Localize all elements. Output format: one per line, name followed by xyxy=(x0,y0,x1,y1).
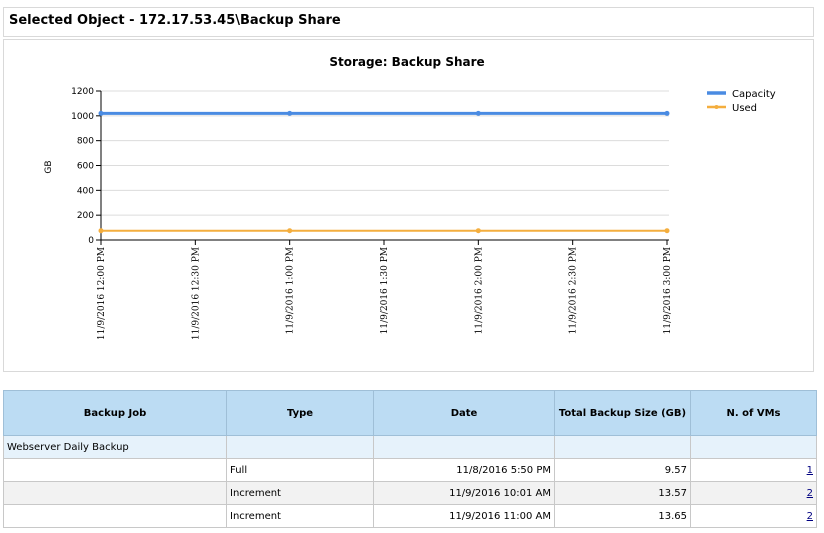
data-point xyxy=(287,228,293,234)
x-tick-label: 11/9/2016 2:30 PM xyxy=(569,247,579,334)
column-header-vms: N. of VMs xyxy=(690,390,817,436)
size-cell: 9.57 xyxy=(554,458,691,482)
data-point xyxy=(287,110,293,116)
column-header-type: Type xyxy=(226,390,374,436)
data-point xyxy=(664,228,670,234)
y-axis-label: GB xyxy=(44,160,54,173)
job-cell-empty xyxy=(3,504,227,528)
data-point xyxy=(664,110,670,116)
size-cell: 13.65 xyxy=(554,504,691,528)
table-group-row: Webserver Daily Backup xyxy=(3,435,817,459)
column-header-date: Date xyxy=(373,390,555,436)
column-header-backup-job: Backup Job xyxy=(3,390,227,436)
size-cell: 13.57 xyxy=(554,481,691,505)
group-cell-empty xyxy=(226,435,374,459)
vms-cell: 2 xyxy=(690,481,817,505)
job-cell-empty xyxy=(3,458,227,482)
group-cell-empty xyxy=(554,435,691,459)
chart-title: Storage: Backup Share xyxy=(329,55,484,69)
type-cell: Increment xyxy=(226,481,374,505)
legend-label-capacity: Capacity xyxy=(732,89,776,100)
y-tick-label: 200 xyxy=(77,211,94,221)
data-point xyxy=(475,110,481,116)
legend-marker xyxy=(714,105,719,109)
y-tick-label: 1200 xyxy=(71,87,94,97)
type-cell: Full xyxy=(226,458,374,482)
table-header-row: Backup Job Type Date Total Backup Size (… xyxy=(3,390,817,436)
legend-label-used: Used xyxy=(732,103,757,114)
selected-object-header: Selected Object - 172.17.53.45\Backup Sh… xyxy=(3,7,814,37)
column-header-total-size: Total Backup Size (GB) xyxy=(554,390,691,436)
x-tick-label: 11/9/2016 2:00 PM xyxy=(474,247,484,334)
group-cell-empty xyxy=(373,435,555,459)
vms-cell: 2 xyxy=(690,504,817,528)
y-tick-label: 800 xyxy=(77,137,94,147)
x-tick-label: 11/9/2016 1:30 PM xyxy=(380,247,390,334)
data-point xyxy=(475,228,481,234)
date-cell: 11/8/2016 5:50 PM xyxy=(373,458,555,482)
group-label: Webserver Daily Backup xyxy=(3,435,227,459)
date-cell: 11/9/2016 10:01 AM xyxy=(373,481,555,505)
vms-cell: 1 xyxy=(690,458,817,482)
data-point xyxy=(98,228,104,234)
y-tick-label: 0 xyxy=(88,236,94,246)
y-tick-label: 400 xyxy=(77,186,94,196)
y-tick-label: 1000 xyxy=(71,112,94,122)
date-cell: 11/9/2016 11:00 AM xyxy=(373,504,555,528)
vms-link[interactable]: 1 xyxy=(807,465,813,476)
x-axis-ticks: 11/9/2016 12:00 PM 11/9/2016 12:30 PM 11/9… xyxy=(97,240,673,340)
y-tick-label: 600 xyxy=(77,162,94,172)
y-axis-ticks: 0 200 400 600 800 1000 1200 xyxy=(71,87,101,246)
table-row: Increment 11/9/2016 11:00 AM 13.65 2 xyxy=(3,504,817,528)
page-title: Selected Object - 172.17.53.45\Backup Sh… xyxy=(9,13,341,28)
backup-jobs-table: Backup Job Type Date Total Backup Size (… xyxy=(3,390,817,528)
table-row: Full 11/8/2016 5:50 PM 9.57 1 xyxy=(3,458,817,482)
chart-legend: Capacity Used xyxy=(707,89,776,114)
x-tick-label: 11/9/2016 3:00 PM xyxy=(663,247,673,334)
data-point xyxy=(98,110,104,116)
vms-link[interactable]: 2 xyxy=(807,488,813,499)
table-row: Increment 11/9/2016 10:01 AM 13.57 2 xyxy=(3,481,817,505)
chart-panel: Storage: Backup Share GB 0 200 400 600 800 10… xyxy=(3,39,814,372)
x-tick-label: 11/9/2016 1:00 PM xyxy=(286,247,296,334)
type-cell: Increment xyxy=(226,504,374,528)
group-cell-empty xyxy=(690,435,817,459)
job-cell-empty xyxy=(3,481,227,505)
vms-link[interactable]: 2 xyxy=(807,511,813,522)
x-tick-label: 11/9/2016 12:00 PM xyxy=(97,247,107,340)
x-tick-label: 11/9/2016 12:30 PM xyxy=(191,247,201,340)
storage-chart: Storage: Backup Share GB 0 200 400 600 800 10… xyxy=(44,55,776,340)
